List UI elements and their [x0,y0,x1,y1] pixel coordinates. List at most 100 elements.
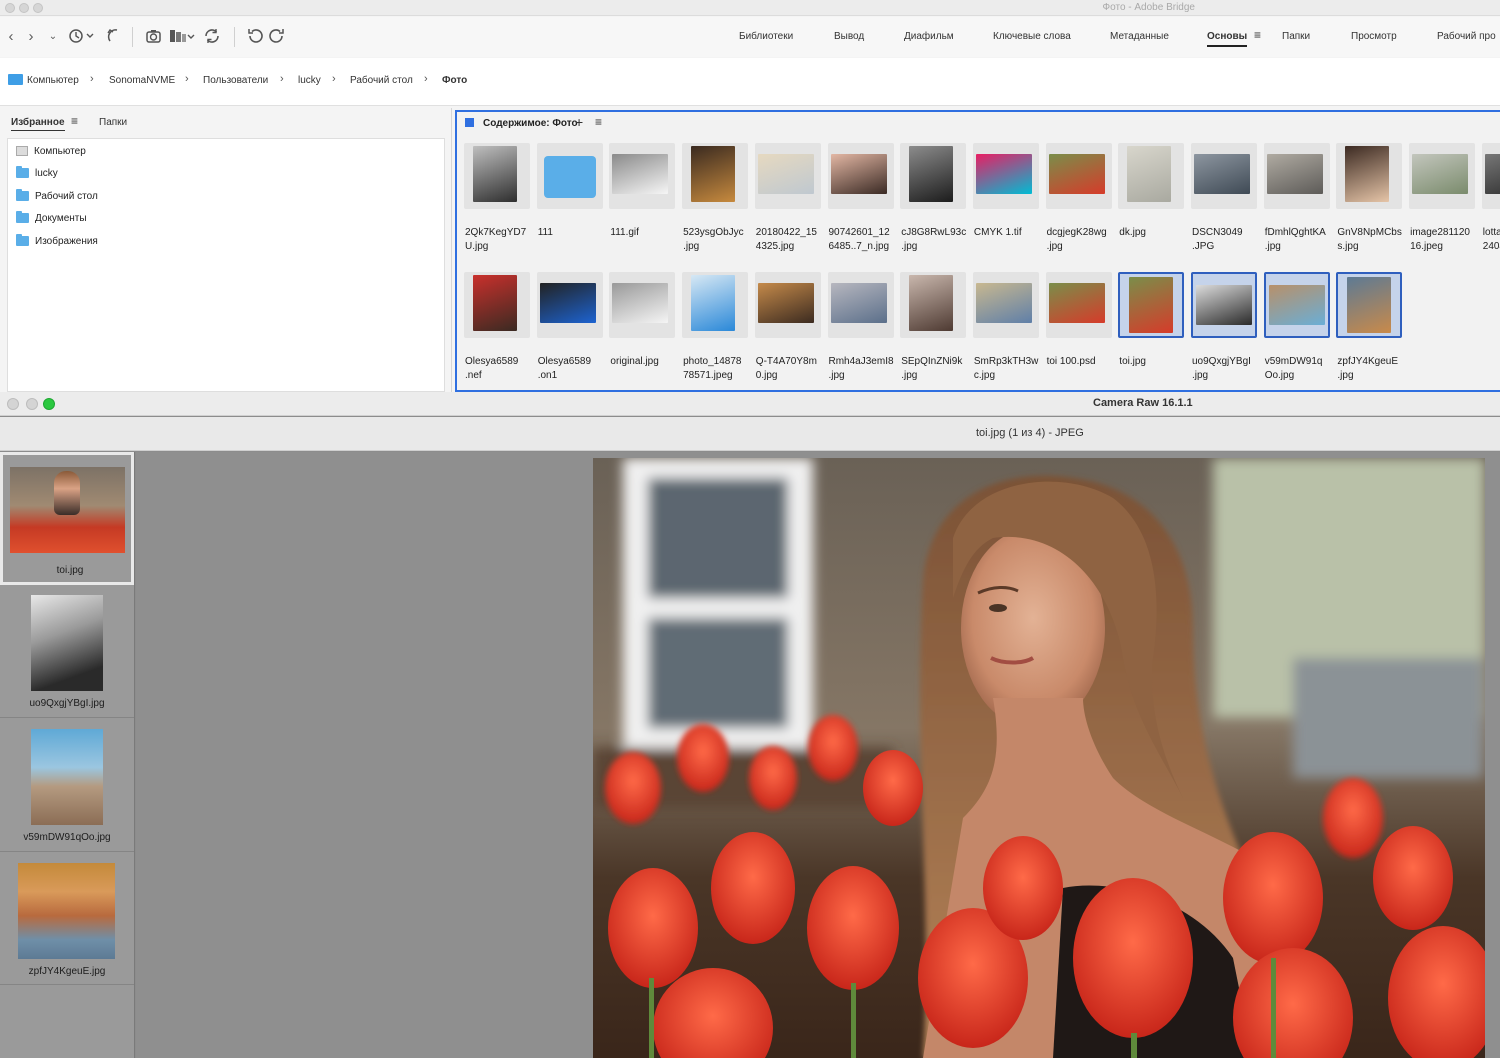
file-info-bar: toi.jpg (1 из 4) - JPEG [0,417,1500,451]
thumbnail-image [830,154,887,194]
thumbnail-cell[interactable] [1118,272,1185,338]
thumbnail-label: Olesya6589 .nef [465,355,535,383]
thumbnail-label: SmRp3kTH3w c.jpg [974,355,1044,383]
thumbnail-cell[interactable] [1191,272,1257,338]
breadcrumb-item-current[interactable]: Фото [442,75,467,86]
thumbnail-cell[interactable] [827,143,894,209]
thumbnail-cell[interactable] [1118,143,1185,209]
favorite-item-documents[interactable]: Документы [16,210,87,226]
thumbnail-image [975,154,1032,194]
thumbnail-cell[interactable] [1409,143,1476,209]
thumbnail-label: zpfJY4KgeuE .jpg [1337,355,1407,383]
chevron-down-icon[interactable]: ⌄ [46,27,60,47]
thumbnail-label-line: 6485..7_n.jpg [828,241,890,252]
favorite-item-pictures[interactable]: Изображения [16,233,98,249]
panel-menu-icon[interactable]: ≡ [595,115,602,129]
zoom-button[interactable] [43,398,55,410]
tab-workspace-more[interactable]: Рабочий про [1437,31,1496,42]
favorite-item-lucky[interactable]: lucky [16,165,58,181]
thumbnail-cell[interactable] [1263,272,1330,338]
tab-favorites[interactable]: Избранное [11,117,65,131]
back-icon[interactable]: ‹ [4,27,18,47]
thumbnail-cell[interactable] [682,143,749,209]
thumbnail-cell[interactable] [754,272,821,338]
recent-history-icon[interactable] [66,27,96,47]
camera-import-icon[interactable] [144,27,164,47]
thumbnail-cell[interactable] [682,272,749,338]
zoom-button[interactable] [33,3,43,13]
preview-area[interactable] [136,452,1500,1058]
filmstrip-item[interactable]: v59mDW91qOo.jpg [0,719,134,852]
workspace-menu-icon[interactable]: ≡ [1254,28,1261,42]
thumbnail-cell[interactable] [827,272,894,338]
thumbnail-cell[interactable] [972,272,1039,338]
tab-folders-panel[interactable]: Папки [99,117,127,128]
thumbnail-label-line: uo9QxgjYBgI [1192,356,1251,367]
thumbnail-cell[interactable] [900,272,967,338]
tab-filmstrip[interactable]: Диафильм [904,31,954,42]
filmstrip-item[interactable]: toi.jpg [0,452,134,585]
thumbnail-image [1048,154,1105,194]
favorite-item-computer[interactable]: Компьютер [16,143,86,159]
minimize-button[interactable] [19,3,29,13]
tab-output[interactable]: Вывод [834,31,864,42]
thumbnail-label-line: .jpg [683,241,700,252]
folder-icon [16,189,29,201]
forward-icon[interactable]: › [24,27,38,47]
tab-essentials[interactable]: Основы [1207,31,1248,47]
sync-icon[interactable] [203,27,221,47]
return-icon[interactable] [104,27,122,47]
thumbnail-cell[interactable] [464,272,530,338]
close-button[interactable] [7,398,19,410]
thumbnail-cell[interactable] [1045,143,1112,209]
tab-libraries[interactable]: Библиотеки [739,31,793,42]
thumbnail-label-line: .jpg [1192,370,1209,381]
thumbnail-cell[interactable] [1481,143,1500,209]
thumbnail-cell[interactable] [536,143,603,209]
close-button[interactable] [5,3,15,13]
thumbnail-label: 90742601_12 6485..7_n.jpg [829,226,899,254]
thumbnail-cell[interactable] [464,143,530,209]
thumbnail-label: fDmhlQghtKA .jpg [1265,226,1335,254]
thumbnail-cell[interactable] [1336,272,1403,338]
thumbnail-cell[interactable] [1045,272,1112,338]
thumbnail-label: GnV8NpMCbs s.jpg [1337,226,1407,254]
rotate-ccw-icon[interactable] [246,27,264,47]
preview-image[interactable] [593,458,1485,1058]
refine-icon[interactable] [168,27,196,47]
breadcrumb-item[interactable]: Пользователи [203,75,268,86]
tab-metadata[interactable]: Метаданные [1110,31,1169,42]
thumbnail-cell[interactable] [1263,143,1330,209]
thumbnail-cell[interactable] [1191,143,1257,209]
filmstrip-item[interactable]: uo9QxgjYBgI.jpg [0,585,134,718]
breadcrumb-item[interactable]: SonomaNVME [109,75,175,86]
tab-preview[interactable]: Просмотр [1351,31,1397,42]
thumbnail-label: 111 [538,226,608,240]
thumbnail-label-line: 90742601_12 [828,227,890,238]
rotate-cw-icon[interactable] [268,27,286,47]
panel-menu-icon[interactable]: ≡ [71,114,78,128]
minimize-button[interactable] [26,398,38,410]
filmstrip-item[interactable]: zpfJY4KgeuE.jpg [0,852,134,985]
thumbnail-cell[interactable] [609,143,676,209]
thumbnail-cell[interactable] [609,272,676,338]
thumbnail-cell[interactable] [900,143,967,209]
thumbnail-label-line: Olesya6589 [465,356,519,367]
thumbnail-cell[interactable] [754,143,821,209]
tab-folders[interactable]: Папки [1282,31,1310,42]
favorite-item-desktop[interactable]: Рабочий стол [16,188,98,204]
thumbnail-label: 523ysgObJyc .jpg [683,226,753,254]
tab-keywords[interactable]: Ключевые слова [993,31,1071,42]
thumbnail-label: uo9QxgjYBgI .jpg [1192,355,1262,383]
thumbnail-image [909,275,954,331]
breadcrumb-item[interactable]: lucky [298,75,321,86]
filmstrip-label: v59mDW91qOo.jpg [23,832,111,843]
add-icon[interactable]: + [575,114,583,130]
thumbnail-cell[interactable] [972,143,1039,209]
breadcrumb-item[interactable]: Рабочий стол [350,75,413,86]
thumbnail-cell[interactable] [536,272,603,338]
thumbnail-cell[interactable] [1336,143,1403,209]
thumbnail-label: Rmh4aJ3emI8 .jpg [829,355,899,383]
breadcrumb-item[interactable]: Компьютер [27,75,79,86]
thumbnail-image [1268,285,1325,325]
